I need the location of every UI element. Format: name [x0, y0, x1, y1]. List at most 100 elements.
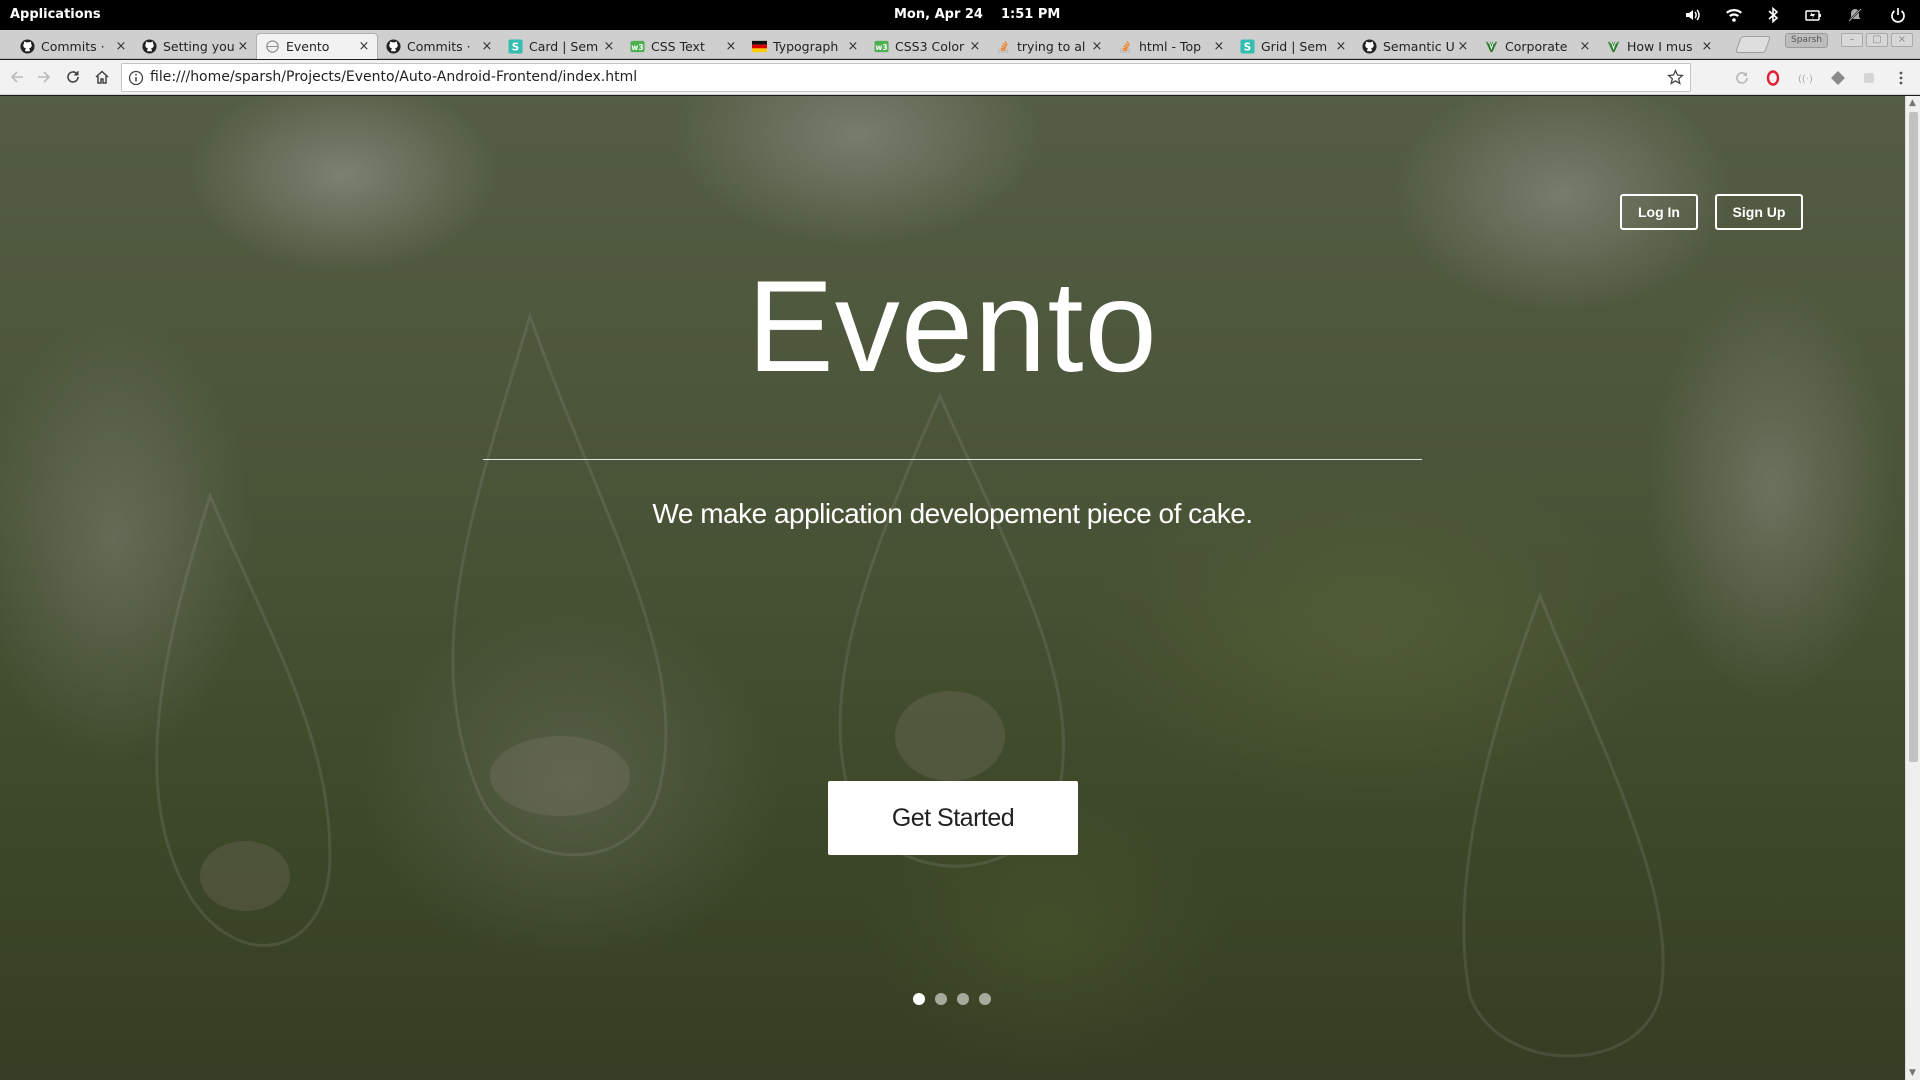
tab-active[interactable]: Evento × — [256, 33, 378, 59]
carousel-dot[interactable] — [935, 993, 947, 1005]
reload-button[interactable] — [61, 65, 85, 89]
w3schools-icon: w3 — [630, 39, 645, 54]
login-button[interactable]: Log In — [1620, 194, 1698, 230]
tab-close-icon[interactable]: × — [1334, 39, 1348, 54]
notifications-off-icon[interactable] — [1842, 0, 1868, 30]
scroll-up-arrow[interactable]: ▲ — [1909, 98, 1916, 108]
tab-label: Semantic U — [1383, 38, 1455, 54]
w3schools-icon: w3 — [874, 39, 889, 54]
tab-close-icon[interactable]: × — [357, 39, 371, 54]
tab-close-icon[interactable]: × — [1700, 39, 1714, 54]
power-icon[interactable] — [1885, 0, 1911, 30]
bluetooth-icon[interactable] — [1760, 0, 1786, 30]
home-button[interactable] — [90, 65, 114, 89]
bookmark-star-icon[interactable] — [1667, 69, 1684, 86]
stackoverflow-icon — [1118, 39, 1133, 54]
info-icon[interactable] — [128, 70, 144, 86]
tab-label: Grid | Sem — [1261, 38, 1328, 54]
address-bar[interactable]: file:///home/sparsh/Projects/Evento/Auto… — [121, 63, 1691, 92]
carousel-dot[interactable] — [957, 993, 969, 1005]
menu-icon[interactable] — [1891, 68, 1911, 88]
maximize-button[interactable]: ▢ — [1866, 33, 1888, 47]
tab-label: Corporate — [1505, 38, 1568, 54]
tab-label: Typograph — [773, 38, 839, 54]
tab-strip: Commits · × Setting you × Evento × Commits · × S… — [0, 30, 1920, 59]
page-scrollbar[interactable]: ▲ ▼ — [1905, 96, 1920, 1080]
forward-button[interactable] — [32, 65, 56, 89]
scroll-thumb[interactable] — [1909, 112, 1918, 762]
tab[interactable]: Commits · × — [378, 33, 500, 59]
v-logo-icon — [1606, 39, 1621, 54]
tab-close-icon[interactable]: × — [602, 39, 616, 54]
tab[interactable]: Setting you × — [134, 33, 256, 59]
tab-label: How I mus — [1627, 38, 1693, 54]
page-icon — [265, 39, 280, 54]
back-button[interactable] — [5, 65, 29, 89]
clock-date: Mon, Apr 24 — [894, 7, 983, 22]
tab[interactable]: html - Top × — [1110, 33, 1232, 59]
carousel-dot[interactable] — [979, 993, 991, 1005]
v-logo-icon — [1484, 39, 1499, 54]
tab-label: Card | Sem — [529, 38, 599, 54]
tab-close-icon[interactable]: × — [1212, 39, 1226, 54]
reload-ext-icon[interactable] — [1732, 68, 1752, 88]
tab-close-icon[interactable]: × — [1456, 39, 1470, 54]
tab[interactable]: How I mus × — [1598, 33, 1720, 59]
clock-time: 1:51 PM — [1000, 7, 1061, 22]
page-viewport: Log In Sign Up Evento We make applicatio… — [0, 96, 1905, 1080]
volume-icon[interactable] — [1680, 0, 1706, 30]
stackoverflow-icon — [996, 39, 1011, 54]
carousel-indicators — [913, 993, 991, 1007]
shield-ext-icon[interactable] — [1828, 68, 1848, 88]
tab[interactable]: S Grid | Sem × — [1232, 33, 1354, 59]
hero-dark-overlay — [0, 96, 1905, 1080]
tab-label: Evento — [286, 39, 330, 54]
tab-close-icon[interactable]: × — [724, 39, 738, 54]
flag-icon — [752, 39, 767, 54]
battery-icon[interactable] — [1800, 0, 1826, 30]
get-started-button[interactable]: Get Started — [828, 781, 1078, 855]
browser-toolbar: file:///home/sparsh/Projects/Evento/Auto… — [0, 60, 1920, 95]
tab[interactable]: S Card | Sem × — [500, 33, 622, 59]
minimize-button[interactable]: – — [1841, 33, 1863, 47]
url-text[interactable]: file:///home/sparsh/Projects/Evento/Auto… — [150, 64, 637, 91]
tab-close-icon[interactable]: × — [1090, 39, 1104, 54]
hero-title: Evento — [747, 253, 1158, 399]
tab[interactable]: trying to al × — [988, 33, 1110, 59]
opera-icon[interactable] — [1763, 68, 1783, 88]
svg-text:w3: w3 — [875, 42, 887, 51]
hero-tagline: We make application developement piece o… — [652, 498, 1253, 529]
profile-button[interactable]: Sparsh — [1785, 33, 1829, 48]
svg-text:S: S — [1244, 41, 1251, 53]
signup-button[interactable]: Sign Up — [1715, 194, 1803, 230]
cast-icon[interactable]: ((·)) — [1795, 68, 1815, 88]
scroll-down-arrow[interactable]: ▼ — [1909, 1068, 1916, 1078]
tab-label: Commits · — [407, 38, 471, 54]
github-icon — [1362, 38, 1377, 54]
tab-close-icon[interactable]: × — [480, 39, 494, 54]
new-tab-button[interactable] — [1734, 36, 1772, 53]
tab-close-icon[interactable]: × — [236, 39, 250, 54]
svg-text:S: S — [512, 41, 519, 53]
os-top-bar: Applications Mon, Apr 24 1:51 PM — [0, 0, 1920, 30]
tab[interactable]: Typograph × — [744, 33, 866, 59]
puzzle-ext-icon[interactable] — [1859, 68, 1879, 88]
wifi-icon[interactable] — [1721, 0, 1747, 30]
tab[interactable]: w3 CSS Text × — [622, 33, 744, 59]
clock[interactable]: Mon, Apr 24 1:51 PM — [894, 0, 1078, 30]
svg-text:w3: w3 — [631, 42, 643, 51]
applications-menu[interactable]: Applications — [10, 0, 101, 30]
tab[interactable]: Commits · × — [12, 33, 134, 59]
tab-close-icon[interactable]: × — [114, 39, 128, 54]
tab-label: CSS Text — [651, 38, 705, 54]
tab[interactable]: w3 CSS3 Color × — [866, 33, 988, 59]
hero-divider — [483, 459, 1422, 460]
tab[interactable]: Semantic U × — [1354, 33, 1476, 59]
tab-close-icon[interactable]: × — [968, 39, 982, 54]
carousel-dot[interactable] — [913, 993, 925, 1005]
close-window-button[interactable]: × — [1891, 33, 1913, 47]
tab[interactable]: Corporate × — [1476, 33, 1598, 59]
tab-close-icon[interactable]: × — [846, 39, 860, 54]
tab-close-icon[interactable]: × — [1578, 39, 1592, 54]
semantic-ui-icon: S — [1240, 38, 1255, 54]
